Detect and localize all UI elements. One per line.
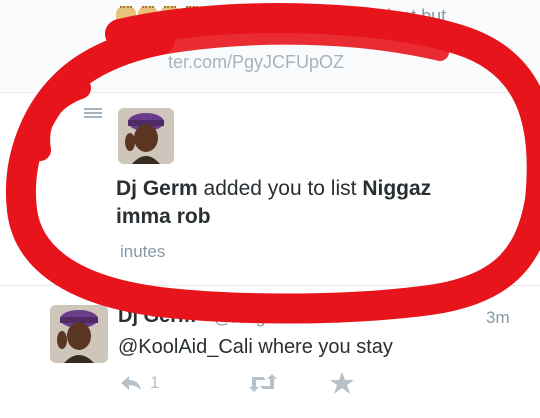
previous-tweet[interactable]: might be a college student but ter.com/P… [0,0,540,92]
tweet-text: @KoolAid_Cali where you stay [118,336,393,358]
notification-time: inutes [120,242,166,261]
tweet-time: 3m [486,308,510,327]
retweet-icon [249,374,277,392]
avatar[interactable] [50,305,108,363]
list-icon [84,106,102,120]
tweet-author-handle[interactable]: @KingOfThisHill [214,308,339,328]
previous-tweet-text: might be a college student but [206,6,447,26]
reply-button[interactable]: 1 [120,372,159,394]
notification-text: Dj Germ added you to list Niggaz imma ro… [116,175,476,231]
retweet-button[interactable] [248,372,278,394]
previous-tweet-link[interactable]: ter.com/PgyJCFUpOZ [168,52,344,73]
tweet-author-name[interactable]: Dj Germ [118,305,196,328]
divider [0,285,540,286]
notification-action: added you to list [197,177,363,200]
reply-icon [121,376,141,390]
reply-count: 1 [150,373,160,392]
emoji-hands-icon [116,6,204,22]
star-icon [330,372,354,394]
notification-actor[interactable]: Dj Germ [116,177,198,200]
favorite-button[interactable] [330,372,354,394]
avatar[interactable] [118,108,174,164]
